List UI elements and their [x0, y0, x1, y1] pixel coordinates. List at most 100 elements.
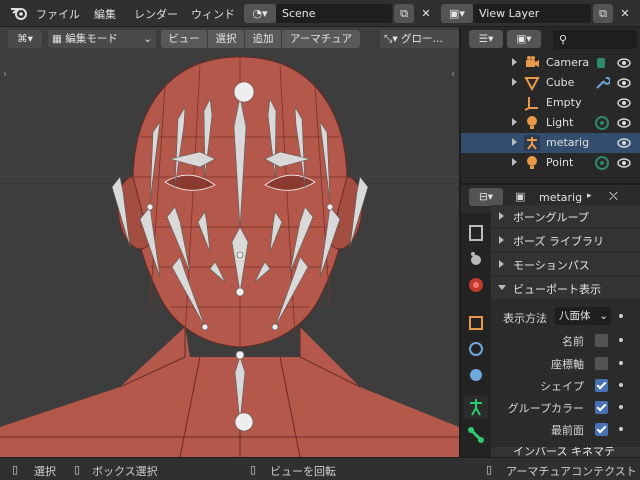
animate-property-icon[interactable] — [619, 427, 623, 431]
view-layer-browse-button[interactable]: ▣▾ — [441, 4, 473, 23]
tab-scene[interactable] — [464, 247, 488, 271]
outliner-editor-type-button[interactable]: ☰▾ — [469, 30, 503, 48]
world-icon — [469, 278, 483, 292]
search-icon: ⚲ — [559, 33, 568, 46]
shapes-checkbox[interactable] — [595, 379, 608, 392]
view-layer-name-field[interactable]: View Layer — [473, 4, 591, 23]
panel-title: インバース キネマテ — [513, 447, 615, 457]
empty-axes-icon — [524, 97, 538, 111]
view-layer-copy-button[interactable]: ⧉ — [593, 4, 613, 23]
tab-object[interactable] — [464, 311, 488, 335]
option-label: 座標軸 — [551, 358, 584, 371]
panel-inverse-kinematics[interactable]: インバース キネマテ — [491, 447, 640, 457]
copy-icon: ⧉ — [400, 7, 408, 20]
tab-physics[interactable] — [464, 337, 488, 361]
tab-view-layer[interactable] — [464, 221, 488, 245]
bone-icon — [468, 427, 484, 443]
chevron-down-icon: ⌄ — [143, 33, 152, 45]
menu-view[interactable]: ビュー — [161, 30, 207, 48]
tab-constraints[interactable] — [464, 363, 488, 387]
blender-logo-icon[interactable] — [10, 5, 28, 21]
transform-orientation-selector[interactable]: ⤡▾ グロー… — [380, 30, 459, 48]
panel-title: ボーングループ — [513, 211, 589, 224]
neck-bone-joint[interactable] — [234, 412, 254, 432]
menu-select[interactable]: 選択 — [208, 30, 244, 48]
scene-browse-button[interactable]: ◔▾ — [244, 4, 276, 23]
status-box-select-hint: ボックス選択 — [92, 465, 158, 478]
eye-icon[interactable] — [617, 56, 631, 70]
scene-copy-button[interactable]: ⧉ — [394, 4, 414, 23]
outliner-row-camera[interactable]: Camera — [461, 53, 640, 73]
orientation-icon: ⤡▾ — [384, 33, 402, 45]
expand-arrow-icon[interactable] — [512, 118, 517, 126]
outliner-row-light[interactable]: Light — [461, 113, 640, 133]
menu-window[interactable]: ウィンド — [191, 6, 235, 22]
tab-world[interactable] — [464, 273, 488, 297]
svg-text:‹: ‹ — [451, 69, 455, 80]
editor-type-button[interactable]: ⌘▾ — [8, 30, 42, 48]
outliner-row-metarig[interactable]: metarig — [461, 133, 640, 153]
panel-viewport-display[interactable]: ビューポート表示 — [491, 277, 640, 299]
view-layer-close-button[interactable]: ✕ — [615, 4, 635, 23]
collapsed-arrow-icon — [499, 236, 504, 244]
physics-icon — [469, 342, 483, 356]
menu-file[interactable]: ファイル — [36, 6, 80, 22]
outliner-item-label: Light — [546, 116, 574, 129]
armature-icon — [524, 135, 540, 151]
axes-checkbox[interactable] — [595, 357, 608, 370]
properties-tabs — [461, 213, 491, 457]
scene-name-field[interactable]: Scene — [276, 4, 392, 23]
animate-property-icon[interactable] — [619, 361, 623, 365]
menu-armature[interactable]: アーマチュア — [282, 30, 360, 48]
camera-data-icon[interactable] — [594, 55, 610, 71]
option-in-front: 最前面 — [491, 418, 640, 440]
viewport-scene[interactable]: › ‹ — [0, 27, 459, 457]
wrench-icon[interactable] — [594, 75, 610, 91]
view3d-icon: ⌘▾ — [17, 33, 33, 45]
outliner-item-label: Point — [546, 156, 574, 169]
tab-armature-data[interactable] — [464, 395, 488, 419]
outliner-search-input[interactable]: ⚲ — [553, 30, 637, 49]
animate-property-icon[interactable] — [619, 405, 623, 409]
3d-viewport[interactable]: › ‹ ⌘▾ ▦ 編集モード ⌄ ビュー 選択 追加 アーマチュア ⤡▾ グロー… — [0, 27, 459, 457]
group-colors-checkbox[interactable] — [595, 401, 608, 414]
outliner-item-label: Camera — [546, 56, 590, 69]
outliner-row-empty[interactable]: Empty — [461, 93, 640, 113]
eye-icon[interactable] — [617, 136, 631, 150]
eye-icon[interactable] — [617, 156, 631, 170]
menu-edit[interactable]: 編集 — [94, 6, 116, 22]
in-front-checkbox[interactable] — [595, 423, 608, 436]
panel-bone-groups[interactable]: ボーングループ — [491, 205, 640, 227]
expand-arrow-icon[interactable] — [512, 58, 517, 66]
viewport-header: ⌘▾ ▦ 編集モード ⌄ ビュー 選択 追加 アーマチュア ⤡▾ グロー… — [0, 27, 459, 51]
head-bone-joint[interactable] — [233, 81, 255, 103]
properties-editor-type-button[interactable]: ⊟▾ — [469, 188, 503, 206]
expand-arrow-icon[interactable] — [512, 138, 517, 146]
light-data-icon[interactable] — [594, 115, 610, 131]
panel-pose-library[interactable]: ボーズ ライブラリ — [491, 229, 640, 251]
object-data-icon: ▣ — [515, 190, 526, 203]
expand-arrow-icon[interactable] — [512, 78, 517, 86]
scene-close-button[interactable]: ✕ — [416, 4, 436, 23]
eye-icon[interactable] — [617, 116, 631, 130]
eye-icon[interactable] — [617, 96, 631, 110]
panel-motion-paths[interactable]: モーションパス — [491, 253, 640, 275]
eye-icon[interactable] — [617, 76, 631, 90]
outliner-row-cube[interactable]: Cube — [461, 73, 640, 93]
camera-icon — [526, 56, 539, 67]
light-data-icon[interactable] — [594, 155, 610, 171]
outliner-row-point[interactable]: Point — [461, 153, 640, 173]
names-checkbox[interactable] — [595, 334, 608, 347]
menu-add[interactable]: 追加 — [245, 30, 281, 48]
mode-selector[interactable]: ▦ 編集モード ⌄ — [48, 30, 156, 48]
animate-property-icon[interactable] — [619, 338, 623, 342]
menu-render[interactable]: レンダー — [134, 6, 178, 22]
tab-bone[interactable] — [464, 423, 488, 447]
display-as-dropdown[interactable]: 八面体 ⌄ — [555, 307, 611, 325]
animate-property-icon[interactable] — [619, 314, 623, 318]
expand-arrow-icon[interactable] — [512, 158, 517, 166]
display-mode-button[interactable]: ▣▾ — [507, 30, 541, 48]
animate-property-icon[interactable] — [619, 383, 623, 387]
status-rotate-view-hint: ビューを回転 — [270, 465, 336, 478]
object-name-label: metarig — [539, 191, 583, 204]
